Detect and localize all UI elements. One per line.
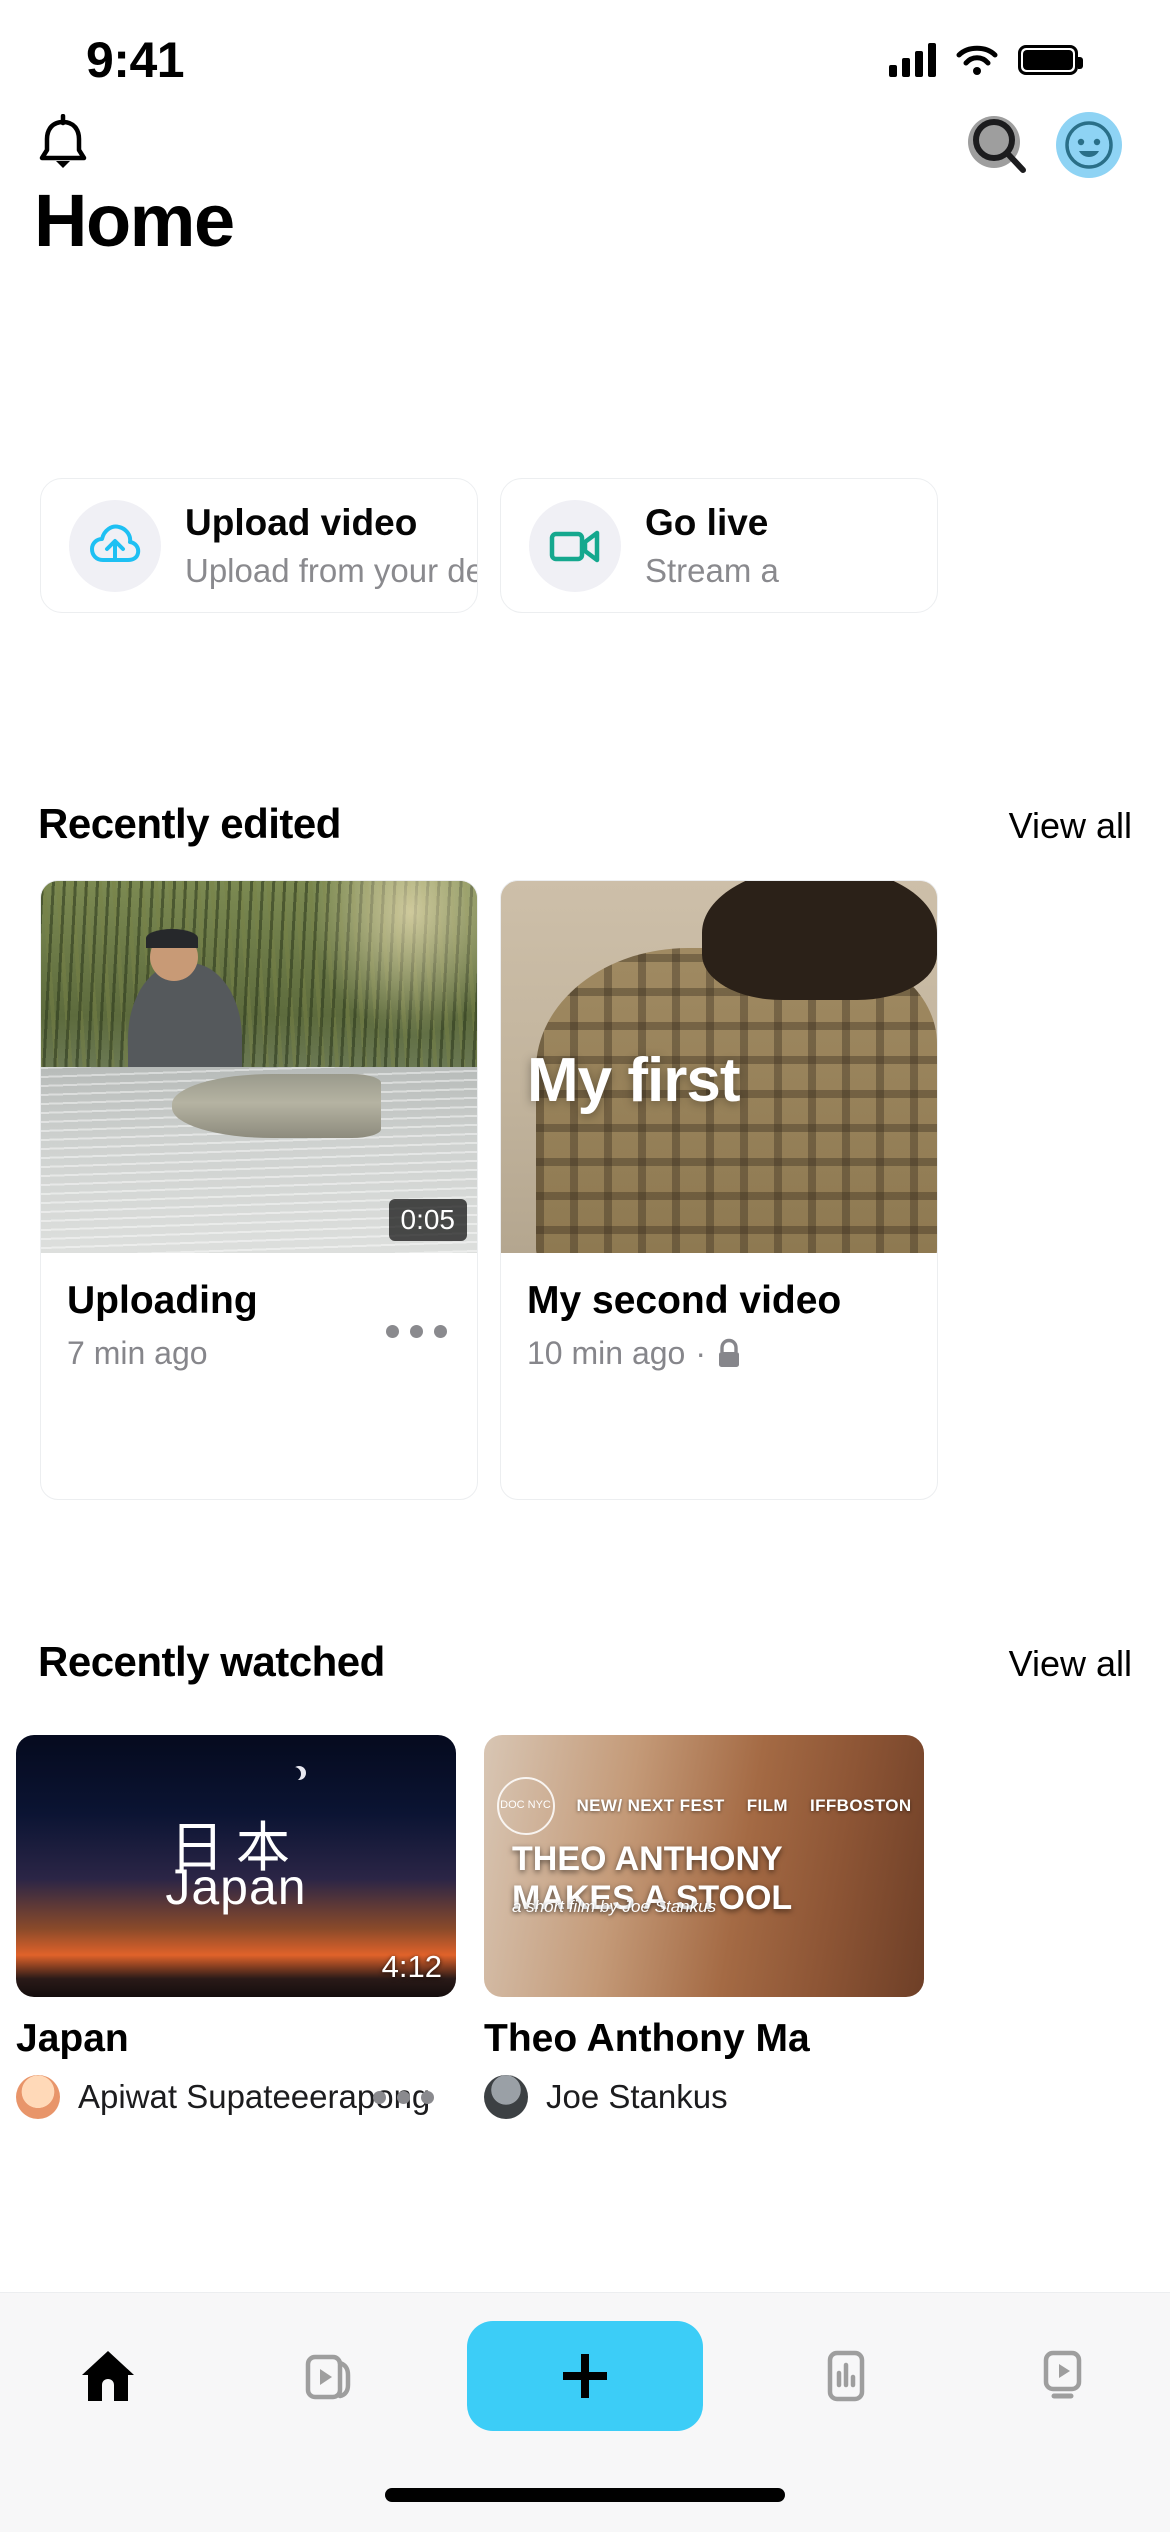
watched-video-more-options-icon[interactable] [373,2090,434,2104]
upload-video-subtitle: Upload from your device [185,551,477,589]
tab-create[interactable] [466,2321,703,2431]
edited-video-meta: Uploading 7 min ago [41,1253,477,1499]
edited-video-time: 7 min ago [67,1335,451,1372]
watched-video-author-row: Joe Stankus [484,2075,924,2119]
recently-watched-title: Recently watched [38,1638,385,1685]
quick-actions-rail[interactable]: Upload video Upload from your device Go … [0,478,1170,698]
app-screen: 9:41 Home Upload video Upload from your … [0,0,1170,2532]
app-bar-actions [966,112,1122,178]
recently-watched-rail[interactable]: 日本 Japan 4:12 Japan Apiwat Supateeerapon… [0,1735,1170,2295]
recently-edited-title: Recently edited [38,800,341,847]
my-first-video-image: My first [501,881,937,1253]
status-bar-indicators [889,43,1083,77]
tab-analytics[interactable] [770,2321,920,2431]
fishing-scene-image [41,881,477,1253]
edited-video-card[interactable]: 0:05 Uploading 7 min ago [40,880,478,1500]
edited-video-meta: My second video 10 min ago · [501,1253,937,1499]
edited-video-thumbnail[interactable]: 0:05 [41,881,477,1253]
home-indicator [385,2488,785,2502]
edited-video-card[interactable]: My first My second video 10 min ago · [500,880,938,1500]
upload-video-card[interactable]: Upload video Upload from your device [40,478,478,613]
author-avatar [484,2075,528,2119]
tab-videos[interactable] [250,2321,400,2431]
search-icon [973,119,1026,173]
thumbnail-caption: My first [527,1045,740,1115]
go-live-title: Go live [645,502,769,544]
go-live-icon-circle [529,499,621,592]
go-live-text: Go live Stream a [645,501,779,589]
status-bar-time: 9:41 [86,32,185,88]
bar-chart-icon [827,2350,865,2402]
video-camera-icon [549,530,600,562]
festival-laurels: DOC NYC NEW/ NEXT FEST FILM IFFBOSTON [484,1776,924,1835]
tab-home[interactable] [33,2321,183,2431]
plus-icon [562,2354,607,2398]
laurel-badge: NEW/ NEXT FEST [576,1795,725,1815]
duration-badge: 0:05 [388,1199,467,1241]
watched-video-author-row: Apiwat Supateeerapong [16,2075,456,2119]
edited-video-time: 10 min ago · [527,1335,911,1372]
recently-watched-view-all[interactable]: View all [1009,1643,1132,1685]
battery-icon [1018,45,1083,75]
monitor-play-icon [1043,2350,1081,2399]
moon-shape [292,1766,306,1780]
japan-latin-text: Japan [165,1859,307,1916]
sky-glow-layer [311,881,477,1038]
angler-hat [145,929,198,948]
fish-shape [171,1074,382,1138]
watched-video-thumbnail[interactable]: 日本 Japan 4:12 [16,1735,456,1997]
upload-icon-circle [69,499,161,592]
upload-video-text: Upload video Upload from your device [185,501,477,589]
watched-video-thumbnail[interactable]: DOC NYC NEW/ NEXT FEST FILM IFFBOSTON TH… [484,1735,924,1997]
duration-label: 4:12 [381,1949,442,1984]
bell-icon [39,114,87,168]
video-library-icon [305,2354,351,2400]
laurel-badge: FILM [746,1795,788,1815]
lock-icon [718,1338,739,1367]
edited-video-thumbnail[interactable]: My first [501,881,937,1253]
cellular-signal-icon [889,43,936,77]
laurel-badge: IFFBOSTON [809,1795,912,1815]
watched-video-title: Japan [16,2017,129,2060]
notifications-button[interactable] [34,114,92,176]
watched-video-card[interactable]: 日本 Japan 4:12 Japan Apiwat Supateeerapon… [16,1735,456,2295]
page-title: Home [34,179,235,262]
author-avatar [16,2075,60,2119]
user-avatar-icon [1065,121,1113,169]
go-live-subtitle: Stream a [645,551,779,589]
tab-live[interactable] [987,2321,1137,2431]
edited-video-time-text: 10 min ago [527,1335,686,1371]
search-button[interactable] [966,112,1032,178]
wifi-icon [956,45,998,75]
edited-video-more-options-icon[interactable] [386,1325,447,1338]
thumbnail-title-line-1: THEO ANTHONY [512,1839,783,1878]
watched-video-card[interactable]: DOC NYC NEW/ NEXT FEST FILM IFFBOSTON TH… [484,1735,924,2295]
person-hair [701,881,937,1001]
laurel-badge: DOC NYC [496,1776,555,1835]
upload-video-title: Upload video [185,502,418,544]
meta-separator: · [695,1335,706,1371]
cloud-upload-icon [90,524,141,562]
user-avatar-button[interactable] [1056,112,1122,178]
theo-anthony-image: DOC NYC NEW/ NEXT FEST FILM IFFBOSTON TH… [484,1735,924,1997]
thumbnail-subtitle: a short film by Joe Stankus [512,1897,717,1917]
edited-video-title: My second video [527,1279,842,1322]
recently-watched-header: Recently watched View all [38,1638,1132,1686]
recently-edited-rail[interactable]: 0:05 Uploading 7 min ago My first My sec… [0,880,1170,1505]
go-live-card[interactable]: Go live Stream a [500,478,938,613]
edited-video-time-text: 7 min ago [67,1335,208,1371]
author-name: Joe Stankus [546,2078,728,2115]
recently-edited-header: Recently edited View all [38,800,1132,848]
recently-edited-view-all[interactable]: View all [1009,805,1132,847]
watched-video-title: Theo Anthony Ma [484,2017,810,2060]
home-icon [82,2351,135,2401]
edited-video-title: Uploading [67,1279,258,1322]
